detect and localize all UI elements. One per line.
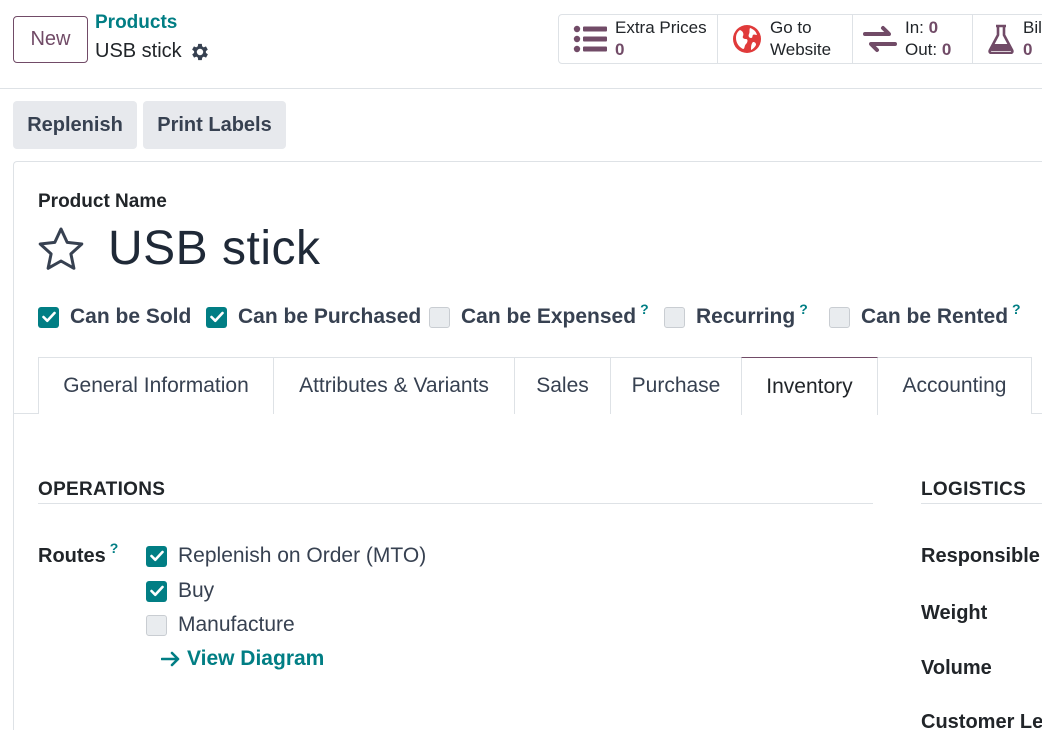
- can-be-sold-checkbox[interactable]: Can be Sold: [38, 303, 191, 331]
- logistics-section-title: LOGISTICS: [921, 479, 1027, 500]
- recurring-label: Recurring: [696, 305, 796, 328]
- flask-icon: [988, 24, 1014, 54]
- tab-accounting[interactable]: Accounting: [877, 357, 1032, 414]
- new-button[interactable]: New: [13, 16, 88, 63]
- print-labels-button[interactable]: Print Labels: [143, 101, 286, 149]
- extra-prices-button[interactable]: Extra Prices 0: [558, 14, 718, 64]
- volume-label: Volume: [921, 657, 992, 679]
- checkbox-checked[interactable]: [146, 580, 167, 602]
- can-be-rented-label: Can be Rented: [861, 305, 1009, 328]
- list-icon: [573, 25, 607, 53]
- gear-icon[interactable]: [189, 41, 211, 63]
- breadcrumb-products[interactable]: Products: [95, 12, 177, 34]
- view-diagram-label: View Diagram: [187, 647, 325, 670]
- route-manufacture-checkbox[interactable]: Manufacture: [146, 613, 295, 637]
- can-be-purchased-label: Can be Purchased: [238, 305, 422, 328]
- routes-label-text: Routes: [38, 545, 106, 567]
- can-be-expensed-label: Can be Expensed: [461, 305, 637, 328]
- tab-sales[interactable]: Sales: [514, 357, 611, 414]
- tab-purchase[interactable]: Purchase: [610, 357, 742, 414]
- bill-button[interactable]: Bill 0: [972, 14, 1042, 64]
- in-label: In:: [905, 18, 924, 37]
- in-out-button[interactable]: In: 0 Out: 0: [852, 14, 973, 64]
- arrow-right-icon: [161, 651, 180, 667]
- checkbox-checked[interactable]: [206, 306, 227, 328]
- checkbox-unchecked[interactable]: [829, 306, 850, 328]
- responsible-label: Responsible?: [921, 545, 1042, 568]
- checkbox-unchecked[interactable]: [664, 306, 685, 328]
- view-diagram-link[interactable]: View Diagram: [161, 647, 324, 671]
- transfer-arrows-icon: [863, 26, 897, 52]
- tab-attributes-variants[interactable]: Attributes & Variants: [273, 357, 515, 414]
- operations-divider: [38, 503, 873, 504]
- help-tooltip-icon[interactable]: ?: [799, 301, 808, 317]
- help-tooltip-icon[interactable]: ?: [110, 540, 119, 556]
- customer-lead-time-label: Customer Lea: [921, 711, 1042, 730]
- go-to-website-button[interactable]: Go to Website: [717, 14, 853, 64]
- route-mto-label: Replenish on Order (MTO): [178, 544, 427, 567]
- can-be-rented-checkbox[interactable]: Can be Rented ?: [829, 301, 1021, 331]
- bill-label: Bill: [1023, 18, 1042, 37]
- record-title: USB stick: [95, 40, 182, 62]
- product-name-input[interactable]: USB stick: [108, 221, 321, 276]
- product-name-label: Product Name: [38, 191, 167, 212]
- in-value: 0: [928, 18, 939, 37]
- route-buy-label: Buy: [178, 579, 215, 602]
- checkbox-unchecked[interactable]: [146, 614, 167, 636]
- smart-buttons: Extra Prices 0 Go to Website In: 0 Out: …: [558, 14, 1042, 64]
- globe-icon: [733, 25, 761, 53]
- weight-label: Weight: [921, 602, 988, 624]
- recurring-checkbox[interactable]: Recurring ?: [664, 301, 808, 331]
- routes-label: Routes?: [38, 540, 118, 568]
- go-to-website-line1: Go to: [770, 18, 812, 37]
- checkbox-checked[interactable]: [38, 306, 59, 328]
- can-be-purchased-checkbox[interactable]: Can be Purchased: [206, 303, 421, 331]
- help-tooltip-icon[interactable]: ?: [640, 301, 649, 317]
- out-label: Out:: [905, 40, 938, 59]
- route-manufacture-label: Manufacture: [178, 613, 295, 636]
- out-value: 0: [941, 40, 952, 59]
- tab-inventory[interactable]: Inventory: [741, 357, 878, 415]
- can-be-sold-label: Can be Sold: [70, 305, 192, 328]
- tab-general-information[interactable]: General Information: [38, 357, 274, 414]
- control-panel: New Products USB stick Extra Prices 0 Go…: [0, 0, 1042, 89]
- checkbox-checked[interactable]: [146, 545, 167, 567]
- extra-prices-value: 0: [615, 40, 625, 59]
- operations-section-title: OPERATIONS: [38, 479, 166, 500]
- replenish-button[interactable]: Replenish: [13, 101, 137, 149]
- go-to-website-line2: Website: [770, 40, 832, 59]
- help-tooltip-icon[interactable]: ?: [1012, 301, 1021, 317]
- logistics-divider: [921, 503, 1042, 504]
- star-icon[interactable]: [37, 226, 85, 272]
- checkbox-unchecked[interactable]: [429, 306, 450, 328]
- responsible-label-text: Responsible: [921, 545, 1040, 567]
- bill-value: 0: [1023, 40, 1033, 59]
- can-be-expensed-checkbox[interactable]: Can be Expensed ?: [429, 301, 649, 331]
- route-mto-checkbox[interactable]: Replenish on Order (MTO): [146, 544, 426, 568]
- route-buy-checkbox[interactable]: Buy: [146, 579, 214, 603]
- extra-prices-label: Extra Prices: [615, 18, 707, 37]
